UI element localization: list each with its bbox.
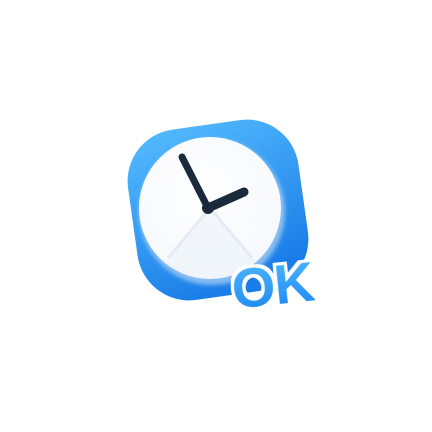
app-icon[interactable] [0, 0, 432, 432]
ok-badge: OK [228, 249, 317, 321]
clock-center [202, 202, 214, 214]
canvas: OK [0, 0, 432, 432]
